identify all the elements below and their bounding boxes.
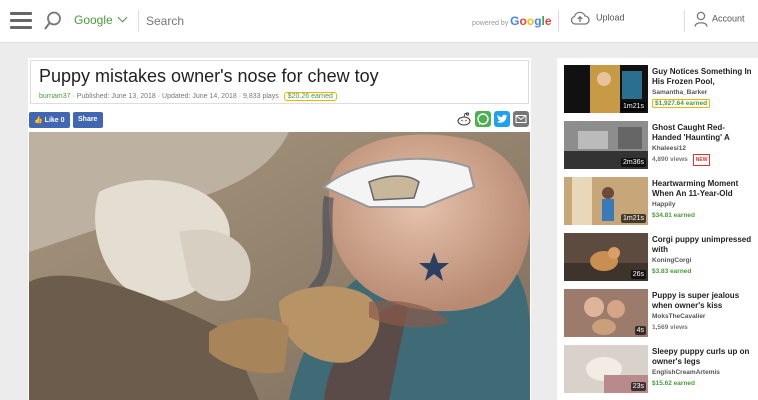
search-engine-label: Google [74, 13, 113, 27]
related-video-earned: $3.83 earned [652, 268, 692, 275]
cloud-upload-icon [570, 11, 590, 25]
account-button[interactable]: Account [694, 11, 745, 27]
related-video-author: EnglishCreamArtemis [652, 369, 720, 376]
account-label: Account [712, 13, 745, 24]
top-bar: Google powered by Google Upload Account [0, 0, 758, 43]
video-duration: 1m21s [620, 102, 646, 111]
video-thumbnail: 2m36s [564, 121, 648, 169]
related-video-author: Khaleesi12 [652, 145, 686, 152]
video-duration: 1m21s [620, 214, 646, 223]
video-thumbnail: 23s [564, 345, 648, 393]
related-video-title: Ghost Caught Red-Handed 'Haunting' A Kha… [652, 123, 752, 166]
video-meta: burnam37 · Published: June 13, 2018 · Up… [39, 92, 337, 101]
reddit-icon[interactable] [456, 111, 472, 127]
play-count: 9,833 plays [242, 93, 279, 100]
divider [558, 10, 559, 32]
hamburger-menu-icon[interactable] [10, 12, 32, 30]
divider [684, 10, 685, 32]
video-duration: 2m36s [620, 158, 646, 167]
video-thumbnail: 1m21s [564, 177, 648, 225]
video-frame-image [29, 132, 530, 400]
related-video-item[interactable]: 1m21s Guy Notices Something In His Froze… [564, 65, 754, 117]
related-video-author: Samantha_Barker [652, 89, 708, 96]
related-video-item[interactable]: 2m36s Ghost Caught Red-Handed 'Haunting'… [564, 121, 754, 173]
video-duration: 4s [634, 326, 646, 335]
video-panel: Puppy mistakes owner's nose for chew toy… [28, 58, 531, 400]
related-video-title: Corgi puppy unimpressed with KoningCorgi… [652, 235, 752, 275]
related-video-views: 4,890 views [652, 156, 688, 163]
user-icon [694, 11, 708, 27]
related-video-title: Puppy is super jealous when owner's kiss… [652, 291, 740, 331]
facebook-like-button[interactable]: 👍 Like 0 [29, 112, 70, 128]
related-video-author: MoksTheCavalier [652, 313, 706, 320]
related-video-views: 1,569 views [652, 324, 688, 331]
twitter-icon[interactable] [494, 111, 510, 127]
updated-date: Updated: June 14, 2018 [162, 93, 237, 100]
chevron-down-icon [117, 12, 128, 23]
video-duration: 23s [630, 382, 646, 391]
thumbs-up-icon: 👍 [34, 117, 43, 124]
video-player[interactable] [29, 132, 530, 400]
related-video-item[interactable]: 4s Puppy is super jealous when owner's k… [564, 289, 754, 341]
video-thumbnail: 4s [564, 289, 648, 337]
new-badge: NEW [692, 154, 711, 166]
published-date: Published: June 13, 2018 [76, 93, 156, 100]
video-author-link[interactable]: burnam37 [39, 93, 71, 100]
related-video-item[interactable]: 1m21s Heartwarming Moment When An 11-Yea… [564, 177, 754, 229]
search-engine-dropdown[interactable]: Google [74, 12, 128, 27]
related-video-earned: $1,927.64 earned [652, 99, 711, 108]
related-video-earned: $15.62 earned [652, 380, 696, 387]
related-video-author: KoningCorgi [652, 257, 692, 264]
related-video-title: Heartwarming Moment When An 11-Year-Old … [652, 179, 739, 219]
powered-by-google: powered by Google [472, 14, 552, 28]
related-video-author: Happily [652, 201, 676, 208]
related-video-item[interactable]: 23s Sleepy puppy curls up on owner's leg… [564, 345, 754, 397]
google-logo: Google [510, 14, 552, 28]
upload-label: Upload [596, 12, 625, 23]
video-thumbnail: 1m21s [564, 65, 648, 113]
email-icon[interactable] [513, 111, 529, 127]
video-duration: 26s [630, 270, 646, 279]
whatsapp-icon[interactable] [475, 111, 491, 127]
video-header: Puppy mistakes owner's nose for chew toy… [30, 60, 529, 104]
related-videos-sidebar: 1m21s Guy Notices Something In His Froze… [557, 58, 758, 400]
related-video-earned: $34.81 earned [652, 212, 696, 219]
video-title: Puppy mistakes owner's nose for chew toy [39, 66, 379, 86]
related-video-item[interactable]: 26s Corgi puppy unimpressed with KoningC… [564, 233, 754, 285]
video-thumbnail: 26s [564, 233, 648, 281]
search-icon[interactable] [44, 11, 62, 31]
upload-button[interactable]: Upload [570, 11, 625, 25]
earned-badge: $20.26 earned [283, 92, 337, 101]
related-video-title: Sleepy puppy curls up on owner's legs En… [652, 347, 750, 387]
facebook-share-button[interactable]: Share [73, 112, 103, 128]
divider [138, 10, 139, 32]
search-input[interactable] [146, 12, 446, 30]
related-video-title: Guy Notices Something In His Frozen Pool… [652, 67, 752, 108]
